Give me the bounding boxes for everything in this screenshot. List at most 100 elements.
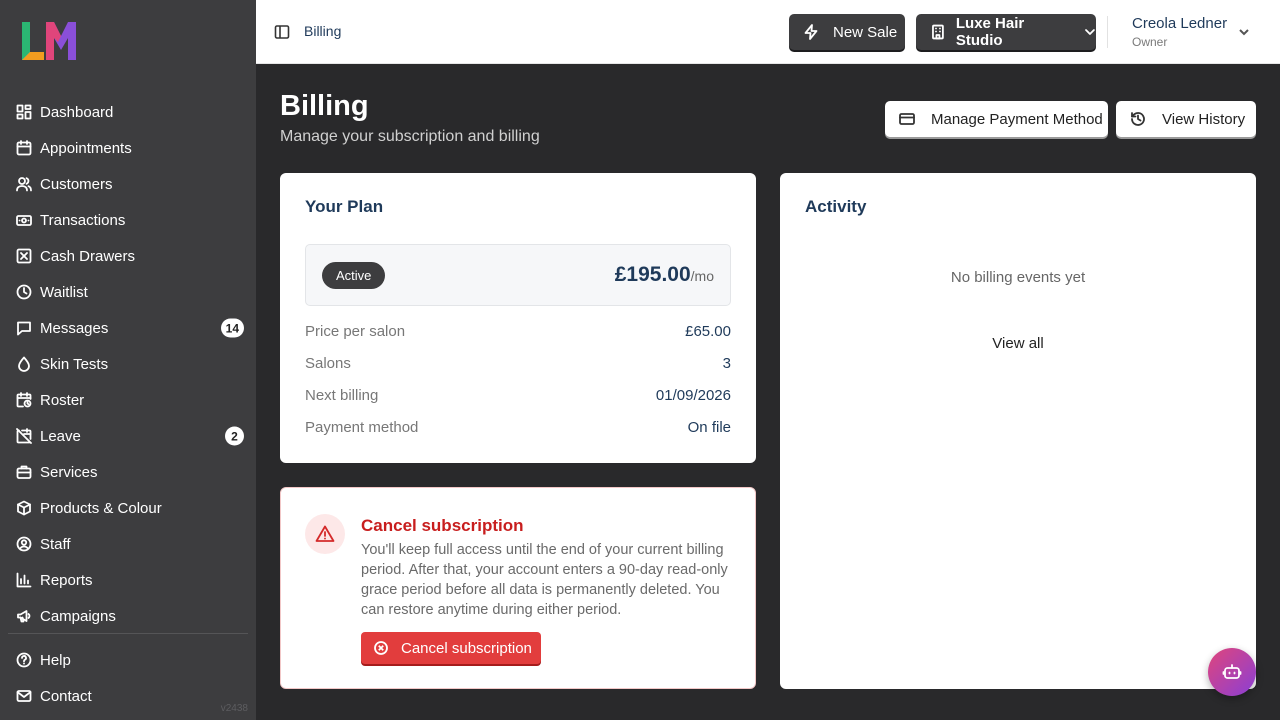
activity-card: Activity No billing events yet View all bbox=[780, 173, 1256, 689]
sidebar-item-cash-drawers[interactable]: Cash Drawers bbox=[8, 238, 248, 274]
view-history-label: View History bbox=[1162, 110, 1246, 128]
user-role: Owner bbox=[1132, 35, 1168, 49]
message-icon bbox=[17, 321, 31, 336]
studio-selector[interactable]: Luxe Hair Studio bbox=[916, 14, 1096, 50]
sidebar-item-help[interactable]: Help bbox=[8, 642, 248, 678]
top-bar: Billing New Sale Luxe Hair Studio Creola… bbox=[256, 0, 1280, 64]
droplet-icon bbox=[18, 356, 30, 372]
user-name[interactable]: Creola Ledner bbox=[1132, 15, 1227, 32]
user-circle-icon bbox=[16, 536, 32, 552]
sidebar-item-label: Leave bbox=[40, 427, 81, 445]
row-value: £65.00 bbox=[685, 323, 731, 340]
messages-count-badge: 14 bbox=[220, 318, 244, 338]
view-history-button[interactable]: View History bbox=[1116, 101, 1256, 137]
sidebar-bottom-nav: Help Contact bbox=[8, 642, 248, 714]
banknote-icon bbox=[16, 215, 32, 226]
building-icon bbox=[932, 24, 944, 40]
dashboard-icon bbox=[16, 104, 32, 120]
sidebar-item-label: Transactions bbox=[40, 211, 126, 229]
sidebar-item-staff[interactable]: Staff bbox=[8, 526, 248, 562]
x-circle-icon bbox=[374, 641, 388, 655]
sidebar-item-label: Reports bbox=[40, 571, 93, 589]
manage-payment-method-button[interactable]: Manage Payment Method bbox=[885, 101, 1108, 137]
sidebar-item-label: Roster bbox=[40, 391, 85, 409]
chevron-down-icon bbox=[1085, 29, 1095, 35]
plan-summary: Active £195.00/mo bbox=[305, 244, 731, 306]
page-subtitle: Manage your subscription and billing bbox=[280, 128, 540, 145]
app-version: v2438 bbox=[220, 703, 248, 714]
sidebar-item-transactions[interactable]: Transactions bbox=[8, 202, 248, 238]
calendar-off-icon bbox=[16, 428, 32, 444]
activity-title: Activity bbox=[805, 197, 867, 216]
sidebar-item-label: Dashboard bbox=[40, 103, 114, 121]
plan-card: Your Plan Active £195.00/mo Price per sa… bbox=[280, 173, 756, 463]
sidebar-item-label: Customers bbox=[40, 175, 113, 193]
sidebar-item-products[interactable]: Products & Colour bbox=[8, 490, 248, 526]
brand-logo[interactable] bbox=[22, 22, 76, 60]
sidebar-item-label: Messages bbox=[40, 319, 109, 337]
sidebar-item-label: Staff bbox=[40, 535, 71, 553]
cancel-subscription-button[interactable]: Cancel subscription bbox=[361, 632, 541, 664]
cancel-subscription-card: Cancel subscription You'll keep full acc… bbox=[280, 487, 756, 689]
megaphone-icon bbox=[17, 610, 31, 623]
row-value: 3 bbox=[722, 355, 731, 372]
sidebar: Dashboard Appointments Customers Transac… bbox=[0, 0, 256, 720]
sidebar-item-roster[interactable]: Roster bbox=[8, 382, 248, 418]
sidebar-item-contact[interactable]: Contact bbox=[8, 678, 248, 714]
sidebar-item-skin-tests[interactable]: Skin Tests bbox=[8, 346, 248, 382]
sidebar-item-label: Skin Tests bbox=[40, 355, 109, 373]
cancel-title: Cancel subscription bbox=[361, 516, 524, 535]
sidebar-item-label: Products & Colour bbox=[40, 499, 162, 517]
sidebar-item-label: Cash Drawers bbox=[40, 247, 136, 265]
sidebar-item-label: Campaigns bbox=[40, 607, 116, 625]
sidebar-item-label: Contact bbox=[40, 687, 92, 705]
manage-payment-label: Manage Payment Method bbox=[931, 110, 1103, 128]
sidebar-item-services[interactable]: Services bbox=[8, 454, 248, 490]
page-title: Billing bbox=[280, 90, 369, 122]
status-badge: Active bbox=[322, 262, 386, 289]
bot-icon bbox=[1222, 664, 1242, 679]
mail-icon bbox=[16, 690, 32, 702]
briefcase-icon bbox=[16, 465, 32, 479]
sidebar-nav: Dashboard Appointments Customers Transac… bbox=[8, 94, 248, 634]
warning-triangle-icon bbox=[315, 525, 335, 542]
sidebar-item-label: Help bbox=[40, 651, 71, 669]
user-menu-chevron-icon[interactable] bbox=[1238, 26, 1250, 38]
row-label: Next billing bbox=[305, 387, 379, 404]
credit-card-icon bbox=[899, 113, 915, 125]
sidebar-item-messages[interactable]: Messages 14 bbox=[8, 310, 248, 346]
cash-drawer-icon bbox=[16, 248, 32, 264]
sidebar-toggle-icon[interactable] bbox=[274, 24, 290, 40]
sidebar-item-customers[interactable]: Customers bbox=[8, 166, 248, 202]
history-icon bbox=[1131, 112, 1145, 126]
activity-empty-state: No billing events yet bbox=[950, 269, 1086, 286]
new-sale-label: New Sale bbox=[833, 23, 898, 41]
sidebar-item-waitlist[interactable]: Waitlist bbox=[8, 274, 248, 310]
assistant-button[interactable] bbox=[1208, 648, 1256, 696]
sidebar-item-label: Appointments bbox=[40, 139, 132, 157]
sidebar-item-campaigns[interactable]: Campaigns bbox=[8, 598, 248, 634]
plan-price: £195.00/mo bbox=[615, 263, 714, 287]
plan-row-salons: Salons 3 bbox=[305, 355, 731, 372]
view-all-link[interactable]: View all bbox=[780, 335, 1256, 352]
sidebar-divider bbox=[8, 633, 248, 634]
row-value: On file bbox=[687, 419, 731, 436]
row-label: Payment method bbox=[305, 419, 419, 436]
plan-row-next-billing: Next billing 01/09/2026 bbox=[305, 387, 731, 404]
breadcrumb[interactable]: Billing bbox=[304, 23, 341, 39]
sidebar-item-label: Waitlist bbox=[40, 283, 88, 301]
chart-icon bbox=[16, 572, 32, 588]
sidebar-item-leave[interactable]: Leave 2 bbox=[8, 418, 248, 454]
users-icon bbox=[16, 177, 32, 192]
sidebar-item-dashboard[interactable]: Dashboard bbox=[8, 94, 248, 130]
cancel-button-label: Cancel subscription bbox=[401, 639, 532, 657]
plan-row-price-per-salon: Price per salon £65.00 bbox=[305, 323, 731, 340]
new-sale-button[interactable]: New Sale bbox=[789, 14, 905, 50]
studio-name: Luxe Hair Studio bbox=[955, 15, 1025, 49]
row-label: Price per salon bbox=[305, 323, 406, 340]
calendar-clock-icon bbox=[16, 392, 32, 408]
leave-count-badge: 2 bbox=[225, 426, 244, 446]
sidebar-item-reports[interactable]: Reports bbox=[8, 562, 248, 598]
warning-badge bbox=[305, 514, 345, 554]
sidebar-item-appointments[interactable]: Appointments bbox=[8, 130, 248, 166]
